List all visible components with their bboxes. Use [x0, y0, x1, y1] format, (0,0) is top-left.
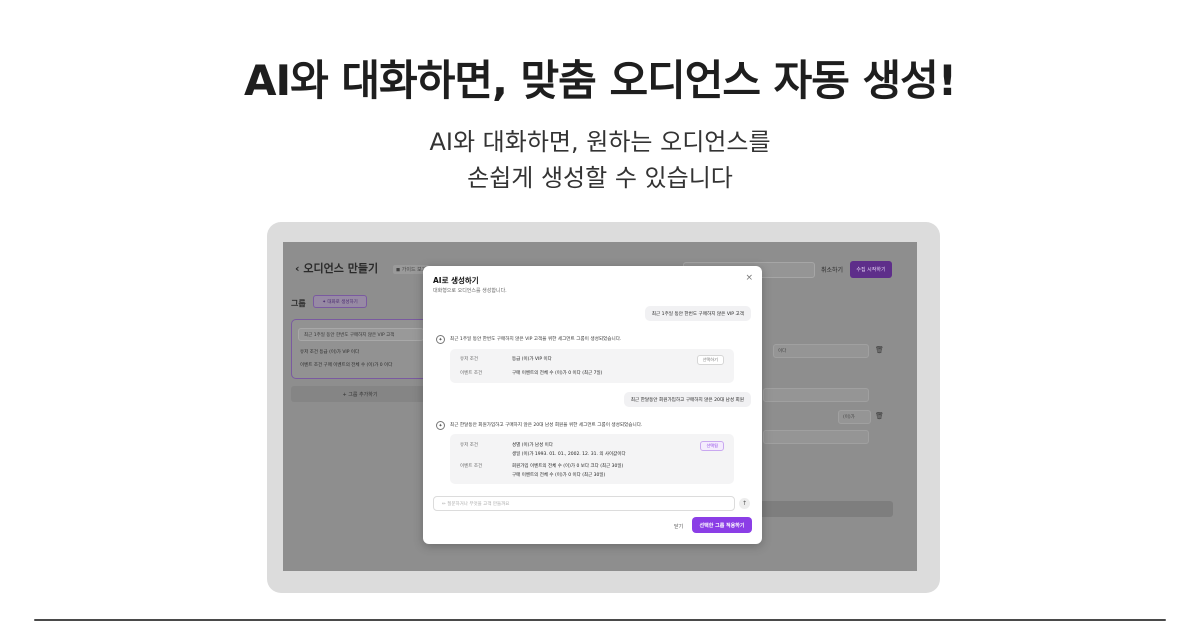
ai-avatar-icon: ✦ [436, 421, 445, 430]
segment-card: 유저 조건 성별 (이)가 남성 이다 생일 (이)가 1993. 01. 01… [450, 434, 734, 484]
user-message: 최근 한달동안 회원가입하고 구매하지 않은 20대 남성 회원 [623, 392, 751, 407]
apply-selected-group-button[interactable]: 선택한 그룹 적용하기 [692, 517, 752, 533]
group-card: 최근 1주일 동안 한번도 구매하지 않은 VIP 고객 유저 조건 등급 (이… [291, 319, 429, 379]
ai-message: 최근 1주일 동안 한번도 구매하지 않은 VIP 고객을 위한 세그먼트 그룹… [450, 337, 622, 342]
group-label: 그룹 [291, 299, 306, 308]
condition-select-4[interactable] [763, 430, 869, 444]
headline: AI와 대화하면, 맞춤 오디언스 자동 생성! [244, 56, 957, 105]
user-message: 최근 1주일 동안 한번도 구매하지 않은 VIP 고객 [644, 306, 751, 321]
condition-select-2[interactable] [763, 388, 869, 402]
modal-subtitle: 대화형으로 오디언스를 생성합니다. [433, 288, 507, 294]
close-button[interactable]: 닫기 [674, 523, 683, 530]
page-title: ‹ 오디언스 만들기 [295, 260, 378, 276]
ai-avatar-icon: ✦ [436, 335, 445, 344]
selected-button[interactable]: 선택됨 [700, 441, 724, 451]
event-condition-label: 이벤트 조건 [460, 371, 483, 376]
close-icon[interactable]: × [745, 273, 753, 283]
cancel-button[interactable]: 취소하기 [821, 265, 843, 274]
user-condition-label: 유저 조건 [460, 443, 478, 448]
ai-message: 최근 한달동안 회원가입하고 구매하지 않은 20대 남성 회원을 위한 세그먼… [450, 423, 643, 428]
subheadline: AI와 대화하면, 원하는 오디언스를 손쉽게 생성할 수 있습니다 [0, 124, 1200, 196]
condition-select-3[interactable]: (이)가 [838, 410, 871, 424]
condition-select[interactable]: 이다 [773, 344, 869, 358]
group-user-condition: 유저 조건 등급 (이)가 VIP 이다 [300, 350, 360, 355]
page-title-text: 오디언스 만들기 [303, 262, 379, 275]
ai-generate-modal: AI로 생성하기 대화형으로 오디언스를 생성합니다. × 최근 1주일 동안 … [423, 266, 762, 544]
start-collect-button[interactable]: 수집 시작하기 [850, 261, 892, 278]
ai-generate-button[interactable]: ✦ 대화로 생성하기 [313, 295, 367, 308]
trash-icon[interactable]: 🗑 [875, 346, 884, 354]
trash-icon-2[interactable]: 🗑 [875, 412, 884, 420]
modal-title: AI로 생성하기 [433, 276, 479, 285]
subline-1: AI와 대화하면, 원하는 오디언스를 [429, 128, 771, 156]
subline-2: 손쉽게 생성할 수 있습니다 [467, 164, 733, 192]
chat-input[interactable]: ✏ 질문하거나 무엇을 고객 만들까요 [433, 496, 735, 511]
add-group-button[interactable]: + 그룹 추가하기 [291, 386, 429, 402]
send-icon[interactable]: ↑ [739, 498, 750, 509]
event-condition-label: 이벤트 조건 [460, 464, 483, 469]
group-title-field[interactable]: 최근 1주일 동안 한번도 구매하지 않은 VIP 고객 [298, 328, 424, 341]
back-icon[interactable]: ‹ [295, 262, 300, 275]
user-condition-value: 등급 (이)가 VIP 이다 [512, 357, 552, 362]
event-condition-value: 구매 이벤트의 전체 수 (이)가 0 이다 (최근 7일) [512, 371, 603, 376]
user-condition-label: 유저 조건 [460, 357, 478, 362]
group-event-condition: 이벤트 조건 구매 이벤트의 전체 수 (이)가 0 이다 [300, 363, 393, 368]
event-condition-value: 회원가입 이벤트의 전체 수 (이)가 0 보다 크다 (최근 30일) [512, 464, 624, 469]
select-button[interactable]: 선택하기 [696, 355, 724, 365]
user-condition-value: 성별 (이)가 남성 이다 [512, 443, 553, 448]
user-condition-value: 생일 (이)가 1993. 01. 01., 2002. 12. 31. 의 사… [512, 452, 626, 457]
event-condition-value: 구매 이벤트의 전체 수 (이)가 0 이다 (최근 30일) [512, 473, 606, 478]
segment-card: 유저 조건 등급 (이)가 VIP 이다 이벤트 조건 구매 이벤트의 전체 수… [450, 349, 734, 383]
